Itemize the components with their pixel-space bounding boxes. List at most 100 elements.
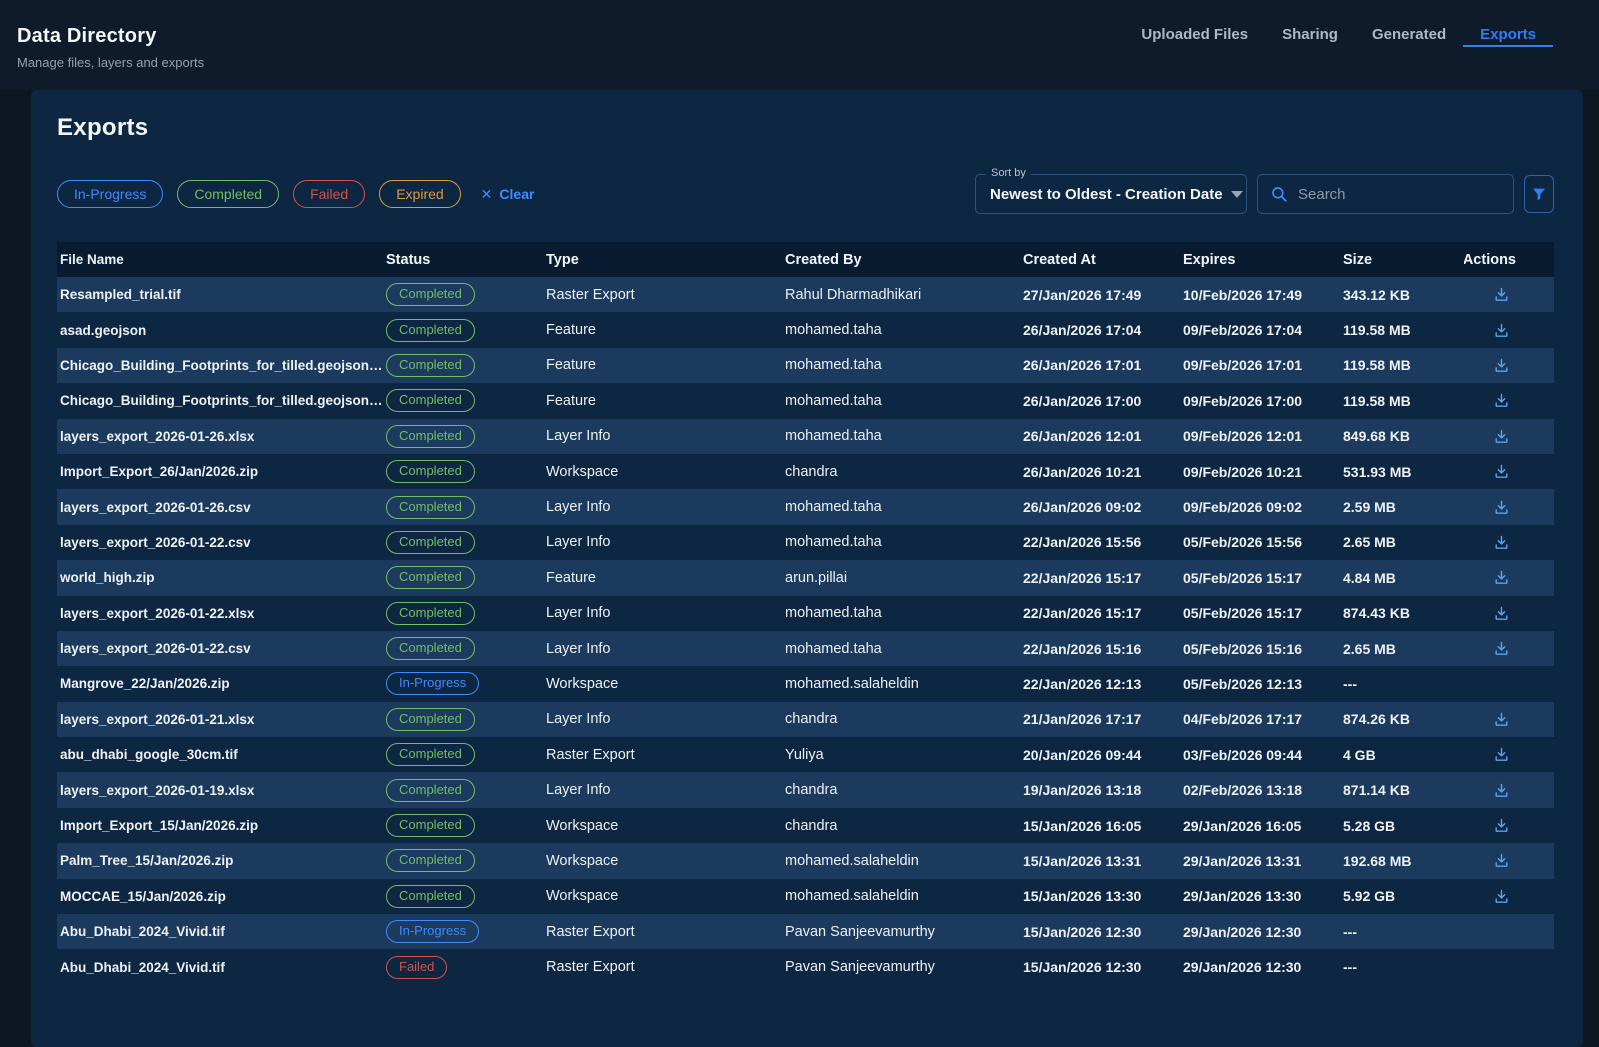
download-button[interactable] [1491,709,1512,730]
download-button[interactable] [1491,744,1512,765]
status-badge: Completed [386,849,475,873]
cell-created-by: Yuliya [785,746,824,763]
sort-label: Sort by [986,167,1031,179]
download-button[interactable] [1491,426,1512,447]
cell-type: Workspace [546,817,619,834]
cell-type: Workspace [546,888,619,905]
cell-expires: 29/Jan/2026 16:05 [1183,817,1302,834]
status-badge: Completed [386,637,475,661]
top-nav: Uploaded Files Sharing Generated Exports [1124,14,1553,67]
cell-type: Raster Export [546,923,635,940]
filter-chip-expired[interactable]: Expired [379,180,461,208]
filter-chip-failed[interactable]: Failed [293,180,366,208]
download-button[interactable] [1491,603,1512,624]
column-header-status: Status [386,251,431,268]
download-icon [1495,606,1508,620]
download-button[interactable] [1491,320,1512,341]
download-button[interactable] [1491,355,1512,376]
header-titles: Data Directory Manage files, layers and … [17,0,204,70]
cell-created-at: 22/Jan/2026 15:17 [1023,569,1142,586]
search-input[interactable] [1298,185,1501,203]
tab-exports[interactable]: Exports [1463,14,1553,67]
cell-created-at: 26/Jan/2026 17:04 [1023,322,1142,339]
cell-status: Completed [383,424,543,448]
cell-expires: 29/Jan/2026 12:30 [1183,923,1302,940]
cell-created-by: chandra [785,711,838,728]
cell-file-name: layers_export_2026-01-19.xlsx [60,782,255,798]
cell-size: 119.58 MB [1343,322,1411,339]
download-button[interactable] [1491,284,1512,305]
status-badge: Completed [386,566,475,590]
cell-type: Raster Export [546,959,635,976]
cell-created-at: 15/Jan/2026 16:05 [1023,817,1142,834]
cell-size: 119.58 MB [1343,357,1411,374]
cell-actions [1464,355,1554,376]
download-button[interactable] [1491,780,1512,801]
cell-created-at: 22/Jan/2026 15:16 [1023,640,1142,657]
table-row: Import_Export_26/Jan/2026.zip Completed … [57,454,1554,489]
column-header-created-by: Created By [785,251,862,268]
cell-created-by: chandra [785,463,838,480]
search-icon [1272,187,1287,202]
filter-chip-in-progress[interactable]: In-Progress [57,180,164,208]
cell-created-by: arun.pillai [785,569,848,586]
download-button[interactable] [1491,497,1512,518]
cell-status: Completed [383,566,543,590]
cell-type: Layer Info [546,534,611,551]
download-button[interactable] [1491,567,1512,588]
cell-actions [1464,638,1554,659]
cell-expires: 03/Feb/2026 09:44 [1183,746,1303,763]
download-button[interactable] [1491,815,1512,836]
tab-generated[interactable]: Generated [1355,14,1463,67]
filter-button[interactable] [1524,175,1554,213]
cell-type: Feature [546,322,596,339]
cell-expires: 09/Feb/2026 09:02 [1183,499,1303,516]
status-badge: Completed [386,424,475,448]
cell-type: Workspace [546,675,619,692]
download-button[interactable] [1491,638,1512,659]
cell-size: 2.59 MB [1343,499,1396,516]
sort-dropdown[interactable]: Sort by Newest to Oldest - Creation Date [975,167,1247,214]
cell-actions [1464,426,1554,447]
download-button[interactable] [1491,461,1512,482]
tab-sharing[interactable]: Sharing [1265,14,1355,67]
column-header-expires: Expires [1183,251,1236,268]
cell-created-at: 15/Jan/2026 13:31 [1023,852,1142,869]
funnel-icon [1533,188,1545,201]
table-row: Chicago_Building_Footprints_for_tilled.g… [57,383,1554,418]
cell-created-by: mohamed.taha [785,499,882,516]
column-header-actions: Actions [1464,251,1516,268]
cell-created-at: 22/Jan/2026 15:56 [1023,534,1142,551]
cell-size: 5.92 GB [1343,888,1396,905]
download-button[interactable] [1491,532,1512,553]
cell-created-at: 26/Jan/2026 10:21 [1023,463,1142,480]
tab-uploaded-files[interactable]: Uploaded Files [1124,14,1265,67]
cell-expires: 10/Feb/2026 17:49 [1183,286,1303,303]
cell-status: Completed [383,389,543,413]
download-icon [1495,818,1508,832]
table-row: MOCCAE_15/Jan/2026.zip Completed Workspa… [57,879,1554,914]
search-box [1257,174,1514,214]
clear-filters-button[interactable]: ✕ Clear [481,186,535,202]
download-icon [1495,394,1508,408]
cell-created-by: mohamed.salaheldin [785,675,919,692]
filter-chip-completed[interactable]: Completed [177,180,280,208]
cell-status: Completed [383,884,543,908]
cell-type: Layer Info [546,711,611,728]
clear-icon: ✕ [480,186,493,202]
download-icon [1495,641,1508,655]
cell-size: 343.12 KB [1343,286,1410,303]
cell-status: Completed [383,601,543,625]
download-button[interactable] [1491,390,1512,411]
download-icon [1495,429,1508,443]
cell-expires: 29/Jan/2026 12:30 [1183,959,1302,976]
cell-created-by: Pavan Sanjeevamurthy [785,923,935,940]
cell-actions [1464,320,1554,341]
download-button[interactable] [1491,850,1512,871]
download-icon [1495,854,1508,868]
clear-label: Clear [499,186,535,202]
column-header-type: Type [546,251,579,268]
download-button[interactable] [1491,886,1512,907]
cell-actions [1464,603,1554,624]
cell-expires: 02/Feb/2026 13:18 [1183,782,1303,799]
